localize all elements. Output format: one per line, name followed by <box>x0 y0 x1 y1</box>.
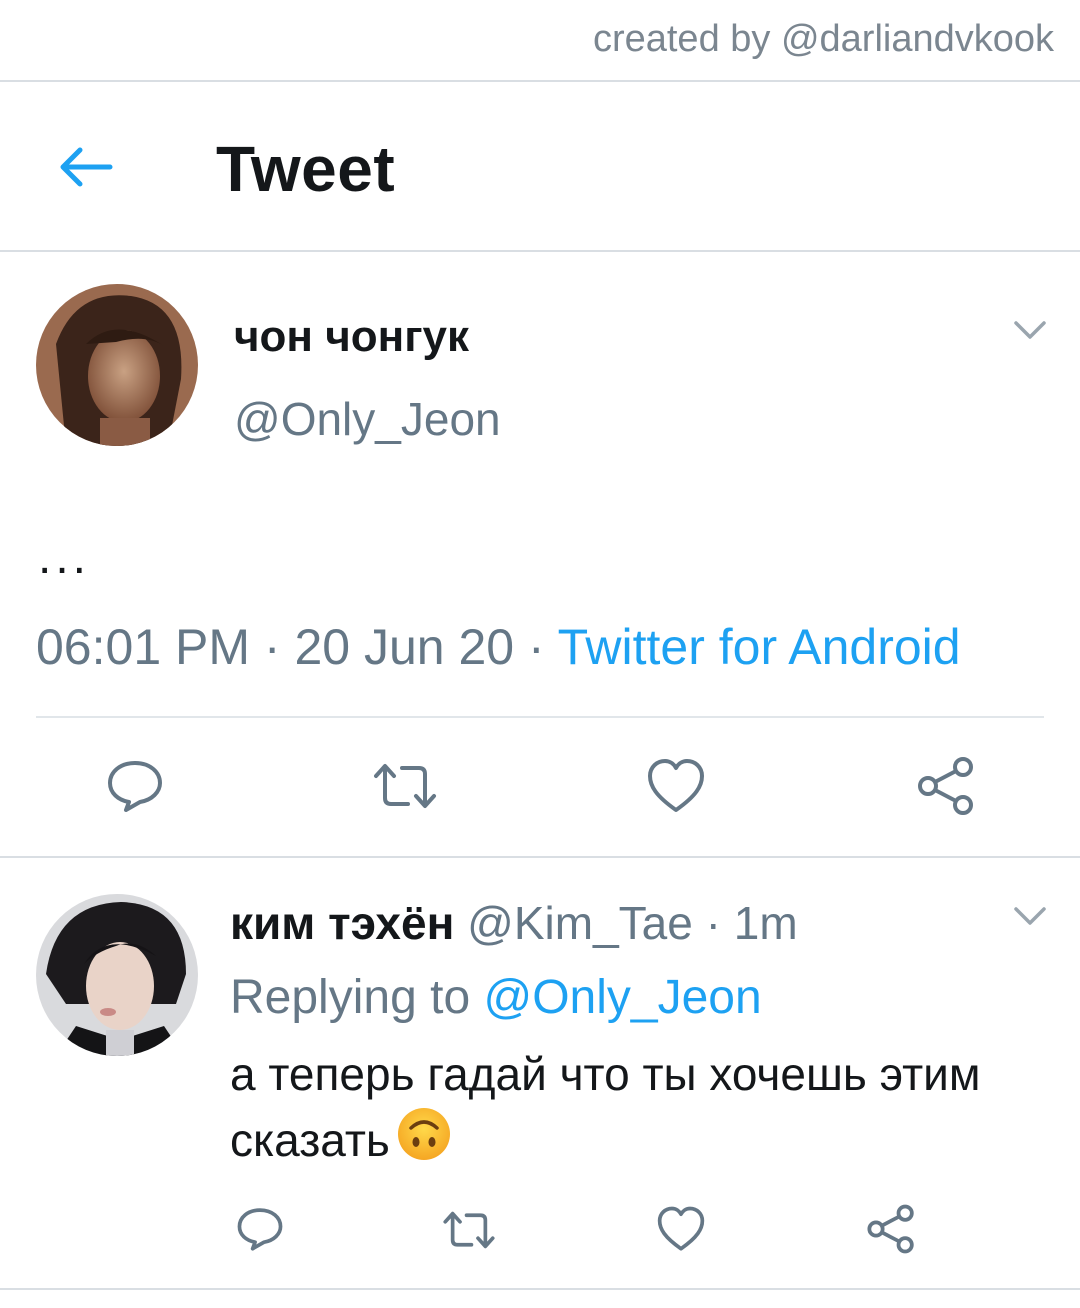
divider <box>0 856 1080 858</box>
tweet-date: 20 Jun 20 <box>294 619 515 675</box>
watermark-credit: created by @darliandvkook <box>592 18 1054 60</box>
page-title: Tweet <box>216 133 396 205</box>
tweet-menu-button[interactable] <box>1012 318 1048 342</box>
retweet-button[interactable] <box>372 760 438 812</box>
avatar[interactable] <box>36 894 198 1056</box>
author-handle[interactable]: @Kim_Tae <box>467 897 693 949</box>
replying-to-handle[interactable]: @Only_Jeon <box>483 971 761 1024</box>
share-icon <box>867 1204 914 1254</box>
chevron-down-icon <box>1014 907 1046 925</box>
author-handle[interactable]: @Only_Jeon <box>234 392 501 446</box>
reply-body: а теперь гадай что ты хочешь этим сказат… <box>230 1048 981 1166</box>
tweet-text: ... <box>38 531 91 584</box>
divider <box>0 1288 1080 1290</box>
author-name[interactable]: чон чонгук <box>234 312 469 362</box>
arrow-left-icon <box>60 147 113 187</box>
divider <box>0 250 1080 252</box>
heart-icon <box>648 759 704 812</box>
chevron-down-icon <box>1014 321 1046 339</box>
author-name[interactable]: ким тэхён <box>230 897 454 949</box>
retweet-icon <box>374 764 436 808</box>
replying-to-label: Replying to <box>230 971 484 1024</box>
like-button[interactable] <box>646 758 706 814</box>
reply-header: ким тэхён @Kim_Tae · 1m <box>230 896 798 950</box>
divider <box>36 716 1044 718</box>
tweet-menu-button[interactable] <box>1012 904 1048 928</box>
retweet-button[interactable] <box>442 1208 496 1252</box>
reply-text: а теперь гадай что ты хочешь этим сказат… <box>230 1042 1050 1178</box>
share-button[interactable] <box>866 1204 916 1254</box>
replying-to: Replying to @Only_Jeon <box>230 970 762 1025</box>
share-icon <box>918 757 973 815</box>
avatar[interactable] <box>36 284 198 446</box>
separator: · <box>250 619 295 675</box>
back-button[interactable] <box>56 142 114 192</box>
separator: · <box>514 619 558 675</box>
reply-button[interactable] <box>106 758 164 814</box>
separator: · <box>692 897 734 949</box>
tweet-source-link[interactable]: Twitter for Android <box>558 619 961 675</box>
share-button[interactable] <box>916 756 976 816</box>
top-app-bar: Tweet <box>0 82 1080 250</box>
upside-down-face-emoji-icon <box>396 1106 452 1178</box>
comment-icon <box>237 1208 283 1251</box>
heart-icon <box>657 1206 705 1251</box>
reply-time: 1m <box>733 897 798 949</box>
tweet-meta: 06:01 PM · 20 Jun 20 · Twitter for Andro… <box>36 618 961 676</box>
retweet-icon <box>443 1211 495 1249</box>
comment-icon <box>108 761 162 812</box>
tweet-time: 06:01 PM <box>36 619 251 675</box>
like-button[interactable] <box>656 1206 706 1252</box>
reply-button[interactable] <box>236 1206 284 1252</box>
